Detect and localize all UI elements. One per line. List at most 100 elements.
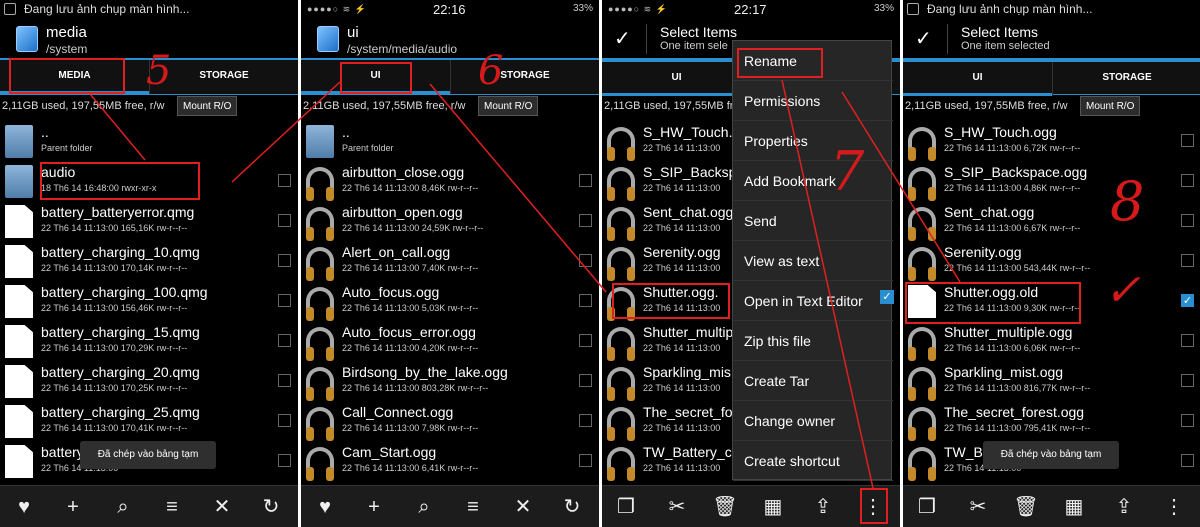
folder-path: /system xyxy=(46,42,88,56)
move-icon[interactable]: ⇪ xyxy=(1111,494,1137,520)
cut-icon[interactable]: ✂ xyxy=(965,494,991,520)
tab-ui[interactable]: UI xyxy=(903,62,1052,96)
menu-item-create-tar[interactable]: Create Tar xyxy=(733,361,893,401)
file-row[interactable]: battery_charging_15.qmg 22 Th6 14 11:13:0… xyxy=(0,321,298,361)
file-row[interactable]: Auto_focus.ogg 22 Th6 14 11:13:00 5,03K r… xyxy=(301,281,599,321)
menu-item-change-owner[interactable]: Change owner xyxy=(733,401,893,441)
tab-ui[interactable]: UI xyxy=(602,62,751,96)
row-checkbox[interactable] xyxy=(579,294,592,307)
file-row[interactable]: battery_charging_20.qmg 22 Th6 14 11:13:0… xyxy=(0,361,298,401)
close-icon[interactable]: ✕ xyxy=(209,494,235,520)
row-checkbox-checked[interactable]: ✓ xyxy=(880,290,894,304)
menu-item-zip-this-file[interactable]: Zip this file xyxy=(733,321,893,361)
search-icon[interactable]: ⌕ xyxy=(110,494,136,520)
file-row[interactable]: S_HW_Touch.ogg 22 Th6 14 11:13:00 6,72K r… xyxy=(903,121,1200,161)
menu-item-send[interactable]: Send xyxy=(733,201,893,241)
row-checkbox[interactable] xyxy=(1181,174,1194,187)
bottom-toolbar: ❐ ✂ 🗑 ▦ ⇪ ⋮ xyxy=(602,485,900,527)
move-icon[interactable]: ⇪ xyxy=(810,494,836,520)
file-row[interactable]: The_secret_forest.ogg 22 Th6 14 11:13:00 … xyxy=(903,401,1200,441)
close-icon[interactable]: ✕ xyxy=(510,494,536,520)
row-checkbox[interactable] xyxy=(1181,334,1194,347)
file-row[interactable]: battery_charging_25.qmg 22 Th6 14 11:13:0… xyxy=(0,401,298,441)
tab-storage[interactable]: STORAGE xyxy=(1052,62,1200,96)
file-row[interactable]: .. Parent folder xyxy=(0,121,298,161)
select-all-icon[interactable]: ▦ xyxy=(1061,494,1087,520)
tab-storage[interactable]: STORAGE xyxy=(450,60,599,94)
file-row[interactable]: Shutter_multiple.ogg 22 Th6 14 11:13:00 6… xyxy=(903,321,1200,361)
mount-button[interactable]: Mount R/O xyxy=(478,96,539,116)
storage-info: 2,11GB used, 197,55MB free, r/w Mount R/… xyxy=(903,95,1200,119)
row-checkbox-checked[interactable]: ✓ xyxy=(1181,294,1194,307)
file-row[interactable]: Serenity.ogg 22 Th6 14 11:13:00 543,44K r… xyxy=(903,241,1200,281)
refresh-icon[interactable]: ↻ xyxy=(258,494,284,520)
row-checkbox[interactable] xyxy=(278,454,291,467)
row-checkbox[interactable] xyxy=(278,174,291,187)
row-checkbox[interactable] xyxy=(579,334,592,347)
row-checkbox[interactable] xyxy=(278,414,291,427)
file-row[interactable]: battery_charging_100.qmg 22 Th6 14 11:13:… xyxy=(0,281,298,321)
file-row[interactable]: airbutton_close.ogg 22 Th6 14 11:13:00 8,… xyxy=(301,161,599,201)
file-row[interactable]: Auto_focus_error.ogg 22 Th6 14 11:13:00 4… xyxy=(301,321,599,361)
file-row[interactable]: Birdsong_by_the_lake.ogg 22 Th6 14 11:13:… xyxy=(301,361,599,401)
delete-icon[interactable]: 🗑 xyxy=(712,494,738,520)
row-checkbox[interactable] xyxy=(278,374,291,387)
file-meta: 22 Th6 14 11:13:00 4,86K rw-r--r-- xyxy=(944,183,1081,193)
done-check-icon[interactable]: ✓ xyxy=(614,26,631,51)
row-checkbox[interactable] xyxy=(579,374,592,387)
copy-icon[interactable]: ❐ xyxy=(914,494,940,520)
done-check-icon[interactable]: ✓ xyxy=(915,26,932,51)
file-row[interactable]: S_SIP_Backspace.ogg 22 Th6 14 11:13:00 4,… xyxy=(903,161,1200,201)
row-checkbox[interactable] xyxy=(579,214,592,227)
row-checkbox[interactable] xyxy=(278,334,291,347)
menu-item-open-in-text-editor[interactable]: Open in Text Editor xyxy=(733,281,893,321)
file-row[interactable]: battery_batteryerror.qmg 22 Th6 14 11:13:… xyxy=(0,201,298,241)
row-checkbox[interactable] xyxy=(1181,414,1194,427)
row-checkbox[interactable] xyxy=(278,214,291,227)
search-icon[interactable]: ⌕ xyxy=(411,494,437,520)
row-checkbox[interactable] xyxy=(1181,254,1194,267)
sort-icon[interactable]: ≡ xyxy=(460,494,486,520)
row-checkbox[interactable] xyxy=(1181,134,1194,147)
mount-button[interactable]: Mount R/O xyxy=(1080,96,1141,116)
file-row[interactable]: .. Parent folder xyxy=(301,121,599,161)
menu-item-create-shortcut[interactable]: Create shortcut xyxy=(733,441,893,481)
file-row[interactable]: Alert_on_call.ogg 22 Th6 14 11:13:00 7,40… xyxy=(301,241,599,281)
file-row[interactable]: airbutton_open.ogg 22 Th6 14 11:13:00 24,… xyxy=(301,201,599,241)
file-row[interactable]: battery_charging_10.qmg 22 Th6 14 11:13:0… xyxy=(0,241,298,281)
menu-item-permissions[interactable]: Permissions xyxy=(733,81,893,121)
file-row[interactable]: Call_Connect.ogg 22 Th6 14 11:13:00 7,98K… xyxy=(301,401,599,441)
file-row[interactable]: Sent_chat.ogg 22 Th6 14 11:13:00 6,67K rw… xyxy=(903,201,1200,241)
menu-item-view-as-text[interactable]: View as text xyxy=(733,241,893,281)
row-checkbox[interactable] xyxy=(278,254,291,267)
divider xyxy=(646,24,647,54)
row-checkbox[interactable] xyxy=(579,254,592,267)
sort-icon[interactable]: ≡ xyxy=(159,494,185,520)
file-row[interactable]: Cam_Start.ogg 22 Th6 14 11:13:00 6,41K rw… xyxy=(301,441,599,481)
mount-button[interactable]: Mount R/O xyxy=(177,96,238,116)
row-checkbox[interactable] xyxy=(1181,214,1194,227)
delete-icon[interactable]: 🗑 xyxy=(1013,494,1039,520)
copy-icon[interactable]: ❐ xyxy=(613,494,639,520)
app-icon[interactable] xyxy=(16,26,38,52)
plus-icon[interactable]: + xyxy=(60,494,86,520)
refresh-icon[interactable]: ↻ xyxy=(559,494,585,520)
row-checkbox[interactable] xyxy=(1181,454,1194,467)
row-checkbox[interactable] xyxy=(579,454,592,467)
plus-icon[interactable]: + xyxy=(361,494,387,520)
row-checkbox[interactable] xyxy=(579,174,592,187)
screenshot-icon xyxy=(4,3,16,15)
file-row[interactable]: Sparkling_mist.ogg 22 Th6 14 11:13:00 816… xyxy=(903,361,1200,401)
overflow-menu-icon[interactable]: ⋮ xyxy=(1161,494,1187,520)
cut-icon[interactable]: ✂ xyxy=(664,494,690,520)
heart-icon[interactable]: ♥ xyxy=(312,494,338,520)
menu-item-properties[interactable]: Properties xyxy=(733,121,893,161)
row-checkbox[interactable] xyxy=(579,414,592,427)
row-checkbox[interactable] xyxy=(278,294,291,307)
menu-item-add-bookmark[interactable]: Add Bookmark xyxy=(733,161,893,201)
select-all-icon[interactable]: ▦ xyxy=(760,494,786,520)
row-checkbox[interactable] xyxy=(1181,374,1194,387)
app-icon[interactable] xyxy=(317,26,339,52)
audio-icon xyxy=(908,167,936,201)
heart-icon[interactable]: ♥ xyxy=(11,494,37,520)
